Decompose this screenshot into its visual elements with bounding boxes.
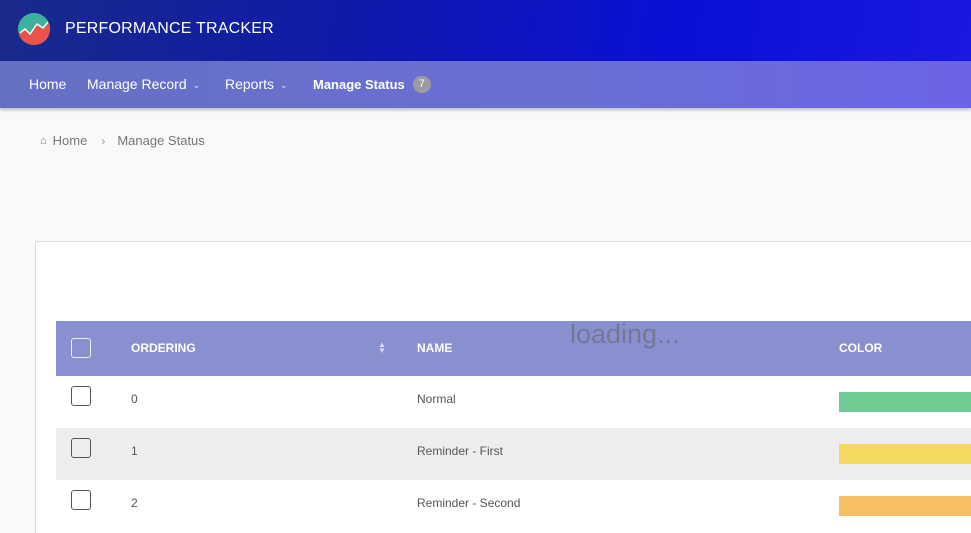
app-header: PERFORMANCE TRACKER xyxy=(0,0,971,61)
nav-manage-record[interactable]: Manage Record ⌄ xyxy=(87,61,200,108)
status-count-badge: 7 xyxy=(412,76,431,93)
row-checkbox[interactable] xyxy=(71,438,91,458)
nav-manage-status-label: Manage Status xyxy=(313,77,405,92)
home-icon: ⌂ xyxy=(40,134,47,147)
select-all-checkbox[interactable] xyxy=(71,338,91,358)
nav-manage-record-label: Manage Record xyxy=(87,76,187,92)
color-swatch xyxy=(839,444,971,464)
cell-name: Reminder - First xyxy=(417,444,504,458)
chevron-down-icon: ⌄ xyxy=(192,80,201,90)
main-nav: Home Manage Record ⌄ Reports ⌄ Manage St… xyxy=(0,61,971,108)
chevron-down-icon: ⌄ xyxy=(280,80,288,90)
row-checkbox[interactable] xyxy=(71,490,91,510)
chart-logo-icon[interactable] xyxy=(18,13,50,45)
cell-ordering: 0 xyxy=(131,392,138,406)
breadcrumb-current: Manage Status xyxy=(117,133,205,148)
nav-home[interactable]: Home xyxy=(29,61,66,108)
cell-name: Reminder - Second xyxy=(417,496,521,510)
table-row[interactable]: 1 Reminder - First xyxy=(56,428,971,480)
status-table: ORDERING ▲ ▼ NAME COLOR 0 Normal 1 Remind… xyxy=(56,321,971,532)
cell-name: Normal xyxy=(417,392,456,406)
nav-reports[interactable]: Reports ⌄ xyxy=(225,61,288,108)
table-header: ORDERING ▲ ▼ NAME COLOR xyxy=(56,321,971,376)
nav-manage-status[interactable]: Manage Status 7 xyxy=(313,61,431,108)
breadcrumb: ⌂ Home › Manage Status xyxy=(40,133,205,148)
app-title: PERFORMANCE TRACKER xyxy=(65,20,274,37)
row-checkbox[interactable] xyxy=(71,386,91,406)
header-name[interactable]: NAME xyxy=(417,321,452,376)
loading-indicator: loading... xyxy=(570,319,680,349)
sort-icon[interactable]: ▲ ▼ xyxy=(378,341,386,355)
header-color[interactable]: COLOR xyxy=(839,321,882,376)
breadcrumb-home[interactable]: Home xyxy=(53,133,88,148)
nav-reports-label: Reports xyxy=(225,76,275,92)
color-swatch xyxy=(839,496,971,516)
chevron-right-icon: › xyxy=(101,133,106,148)
cell-ordering: 1 xyxy=(131,444,138,458)
color-swatch xyxy=(839,392,971,412)
cell-ordering: 2 xyxy=(131,496,138,510)
table-row[interactable]: 0 Normal xyxy=(56,376,971,428)
nav-home-label: Home xyxy=(29,76,67,92)
table-row[interactable]: 2 Reminder - Second xyxy=(56,480,971,532)
header-ordering[interactable]: ORDERING xyxy=(131,321,196,376)
